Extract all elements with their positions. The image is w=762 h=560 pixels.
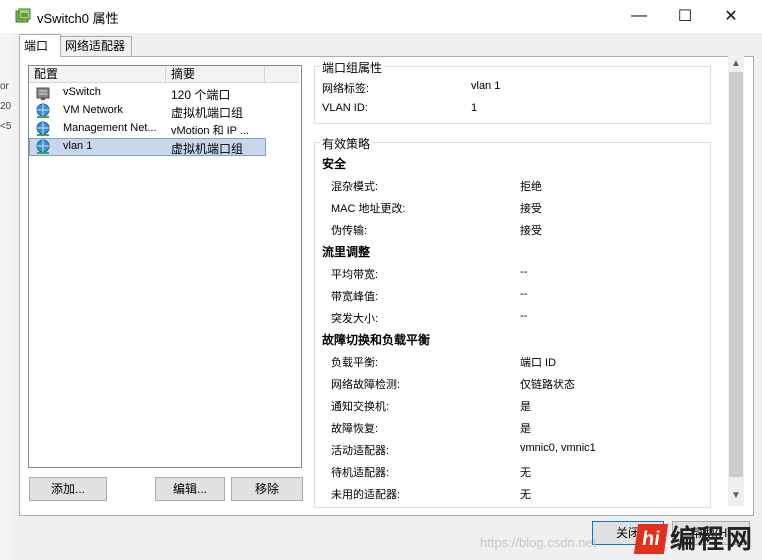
standby-adapters-key: 待机适配器: <box>331 467 390 479</box>
list-item[interactable]: VM Network 虚拟机端口组 <box>29 102 299 120</box>
section-traffic-shaping: 流里调整 <box>322 245 371 259</box>
portgroup-properties-title: 端口组属性 <box>320 59 385 76</box>
active-adapters-key: 活动适配器: <box>331 445 390 457</box>
row-name: VM Network <box>63 104 123 116</box>
maximize-button[interactable]: ☐ <box>662 0 708 31</box>
background-window-strip: or 20 <5 <box>0 33 13 560</box>
mac-change-key: MAC 地址更改: <box>331 203 406 215</box>
list-item-selected[interactable]: vlan 1 虚拟机端口组 <box>29 138 266 156</box>
notify-switches-key: 通知交换机: <box>331 401 390 413</box>
vswitch-icon <box>15 8 31 24</box>
failback-key: 故障恢复: <box>331 423 379 435</box>
close-window-button[interactable]: ✕ <box>708 0 754 31</box>
row-summary: 虚拟机端口组 <box>171 142 244 156</box>
globe-icon <box>35 103 51 119</box>
forged-transmit-value: 接受 <box>520 225 542 237</box>
load-balancing-key: 负载平衡: <box>331 357 379 369</box>
list-item[interactable]: vSwitch 120 个端口 <box>29 84 299 102</box>
row-name: vSwitch <box>63 86 101 98</box>
globe-icon <box>35 121 51 137</box>
row-summary: vMotion 和 IP ... <box>171 125 250 137</box>
row-name: Management Net... <box>63 122 157 134</box>
row-summary: 120 个端口 <box>171 88 231 102</box>
failure-detection-key: 网络故障检测: <box>331 379 401 391</box>
column-header-summary[interactable]: 摘要 <box>166 66 265 82</box>
notify-switches-value: 是 <box>520 401 531 413</box>
scrollbar-thumb[interactable] <box>729 72 743 477</box>
title-bar: vSwitch0 属性 — ☐ ✕ <box>0 0 762 33</box>
vlan-id-value: 1 <box>471 102 478 114</box>
load-balancing-value: 端口 ID <box>520 357 557 369</box>
network-label-key: 网络标签: <box>322 83 370 95</box>
site-logo-text: 编程网 <box>670 524 755 554</box>
active-adapters-value: vmnic0, vmnic1 <box>520 442 596 454</box>
effective-policy-title: 有效策略 <box>320 135 373 152</box>
add-button[interactable]: 添加... <box>29 477 107 501</box>
list-item[interactable]: Management Net... vMotion 和 IP ... <box>29 120 299 138</box>
scroll-up-arrow-icon[interactable]: ▲ <box>728 58 744 69</box>
failure-detection-value: 仅链路状态 <box>520 379 575 391</box>
switch-icon <box>35 85 51 101</box>
forged-transmit-key: 伪传输: <box>331 225 368 237</box>
mac-change-value: 接受 <box>520 203 542 215</box>
column-header-config[interactable]: 配置 <box>29 66 166 82</box>
row-summary: 虚拟机端口组 <box>171 106 244 120</box>
row-name: vlan 1 <box>63 140 93 152</box>
watermark-url: https://blog.csdn.net <box>480 535 597 550</box>
promiscuous-value: 拒绝 <box>520 181 542 193</box>
burst-size-key: 突发大小: <box>331 313 379 325</box>
section-security: 安全 <box>322 157 347 171</box>
section-failover: 故障切换和负载平衡 <box>322 333 431 347</box>
scroll-down-arrow-icon[interactable]: ▼ <box>728 490 744 501</box>
promiscuous-key: 混杂模式: <box>331 181 379 193</box>
strip-text: 20 <box>0 101 12 112</box>
site-logo-mark: hi <box>633 524 669 554</box>
edit-button[interactable]: 编辑... <box>155 477 225 501</box>
peak-bandwidth-value: -- <box>520 288 528 300</box>
network-label-value: vlan 1 <box>471 80 501 92</box>
remove-button[interactable]: 移除 <box>231 477 303 501</box>
strip-text: or <box>0 81 9 92</box>
minimize-button[interactable]: — <box>616 0 662 31</box>
tab-ports[interactable]: 端口 <box>19 34 61 57</box>
avg-bandwidth-value: -- <box>520 266 528 278</box>
unused-adapters-key: 未用的适配器: <box>331 489 401 501</box>
vlan-id-key: VLAN ID: <box>322 102 368 114</box>
unused-adapters-value: 无 <box>520 489 531 501</box>
failback-value: 是 <box>520 423 531 435</box>
burst-size-value: -- <box>520 310 528 322</box>
strip-text: <5 <box>0 121 12 132</box>
avg-bandwidth-key: 平均带宽: <box>331 269 379 281</box>
peak-bandwidth-key: 带宽峰值: <box>331 291 379 303</box>
tab-network-adapters[interactable]: 网络适配器 <box>60 36 132 56</box>
window-title: vSwitch0 属性 <box>37 11 119 26</box>
standby-adapters-value: 无 <box>520 467 531 479</box>
globe-icon <box>35 139 51 155</box>
